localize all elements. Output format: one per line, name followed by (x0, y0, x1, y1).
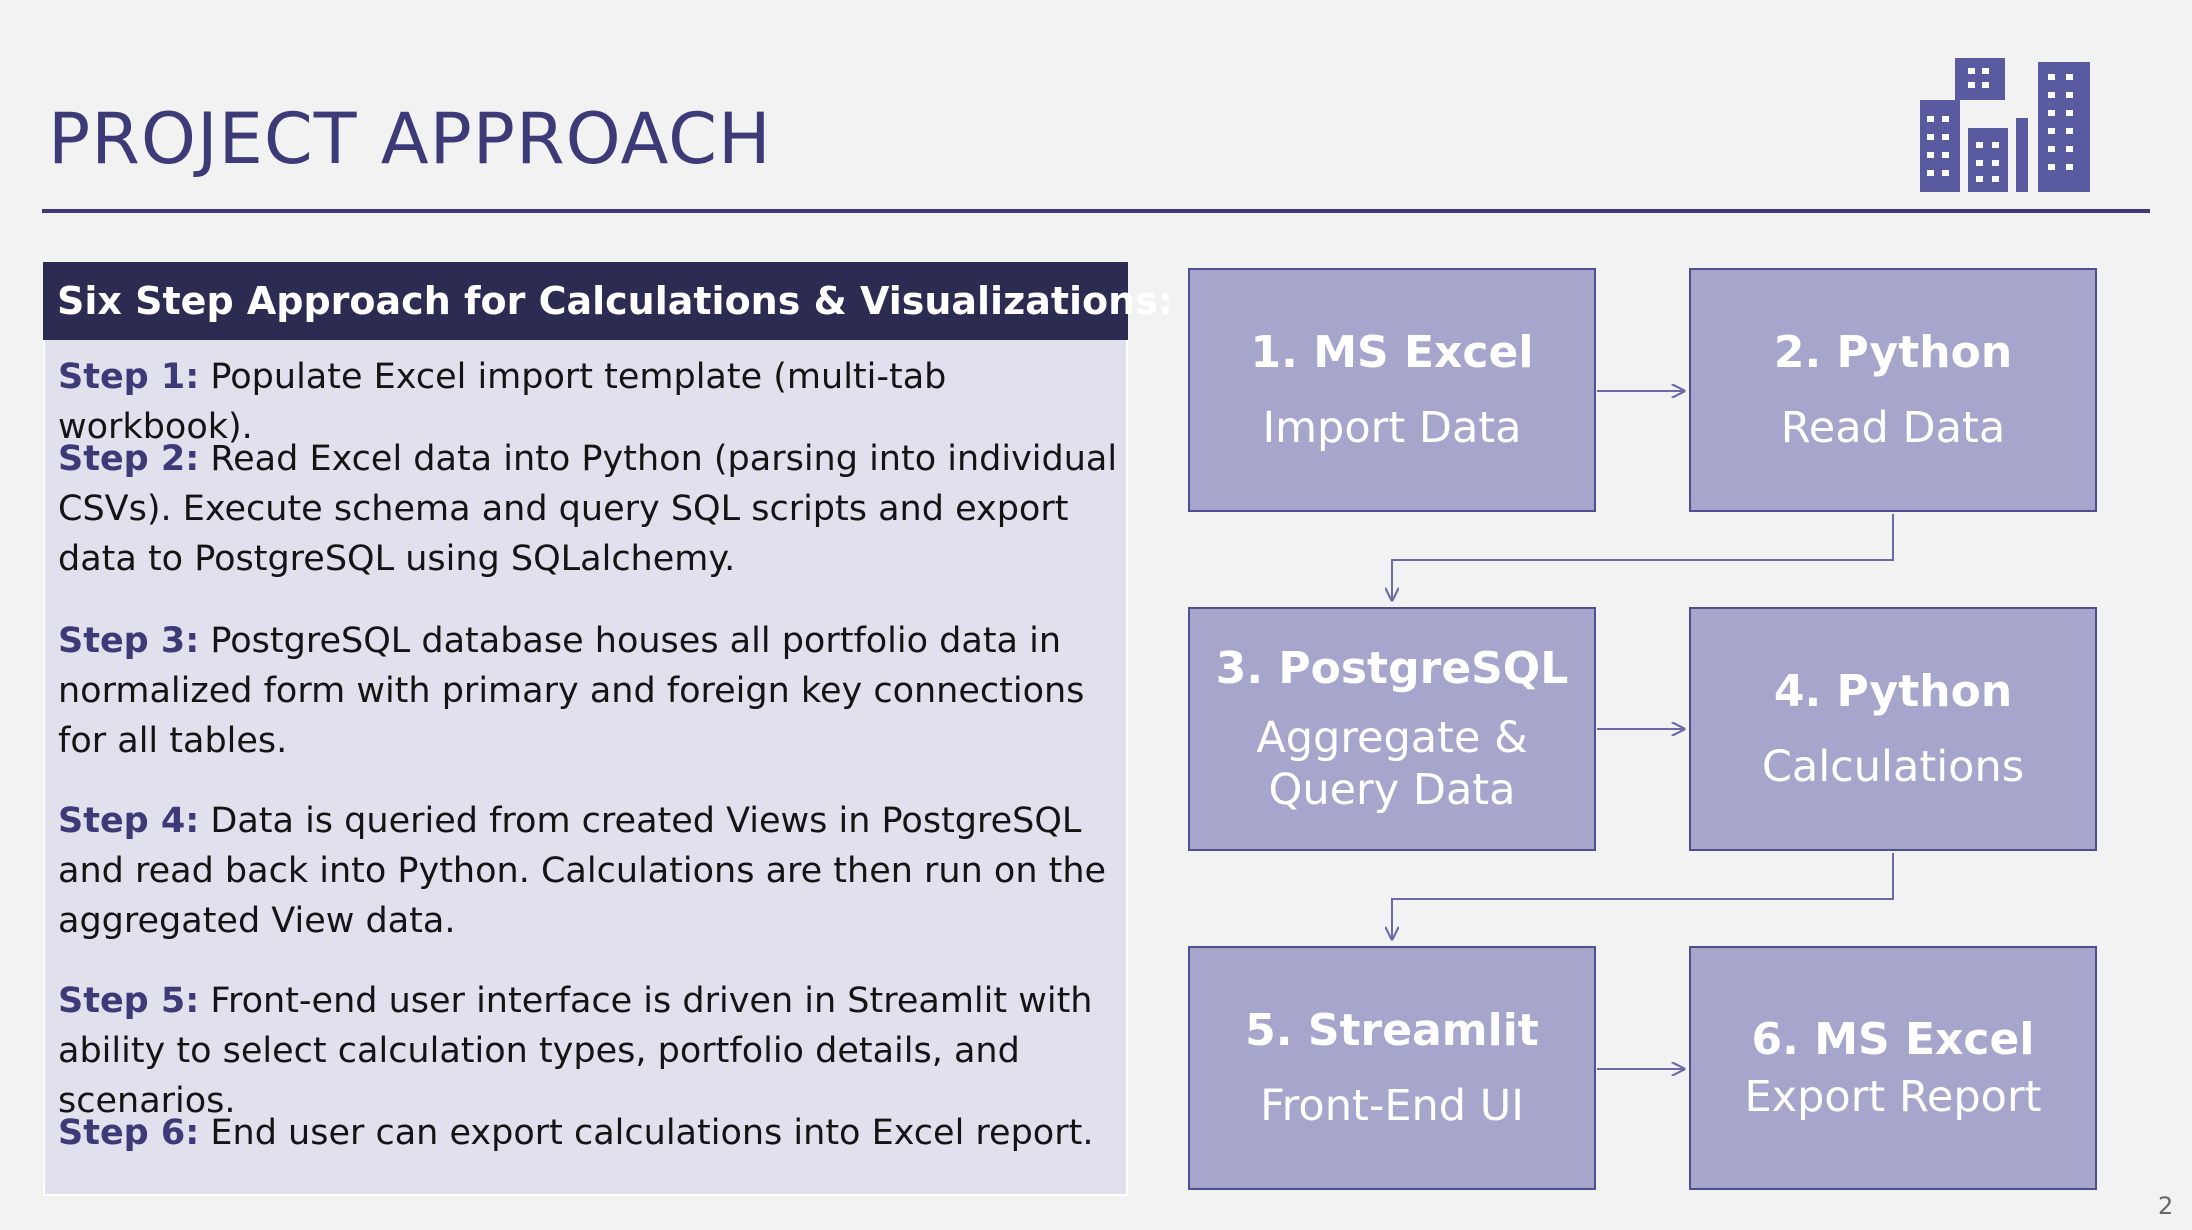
step-text: End user can export calculations into Ex… (199, 1113, 1094, 1153)
step-label: Step 6: (58, 1113, 200, 1153)
flow-box-title: 3. PostgreSQL (1215, 643, 1569, 694)
step-text: Data is queried from created Views in Po… (58, 801, 1107, 941)
flow-box-title: 6. MS Excel (1751, 1014, 2035, 1065)
flow-box-subtitle: Read Data (1780, 403, 2006, 453)
step-label: Step 5: (58, 981, 200, 1021)
arrow-4-to-5 (1392, 853, 1894, 939)
flow-box-subtitle: Calculations (1761, 742, 2025, 792)
step-item: Step 3: PostgreSQL database houses all p… (58, 616, 1118, 766)
flow-box-python-calculations: 4. Python Calculations (1689, 607, 2097, 851)
slide: PROJECT APPROACH Six Step Approach for C… (0, 0, 2192, 1230)
steps-panel-header: Six Step Approach for Calculations & Vis… (43, 262, 1173, 340)
flow-box-subtitle: Export Report (1744, 1072, 2042, 1122)
page-number: 2 (2158, 1192, 2174, 1220)
flow-box-title: 2. Python (1773, 327, 2013, 378)
page-title: PROJECT APPROACH (48, 98, 772, 180)
title-divider (42, 209, 2150, 213)
flow-box-ms-excel-import: 1. MS Excel Import Data (1188, 268, 1596, 512)
step-item: Step 5: Front-end user interface is driv… (58, 976, 1118, 1126)
step-text: PostgreSQL database houses all portfolio… (58, 621, 1085, 761)
step-label: Step 2: (58, 439, 200, 479)
step-item: Step 2: Read Excel data into Python (par… (58, 434, 1118, 584)
step-text: Read Excel data into Python (parsing int… (58, 439, 1118, 579)
flow-box-title: 5. Streamlit (1245, 1005, 1539, 1056)
step-label: Step 4: (58, 801, 200, 841)
flow-box-title: 1. MS Excel (1250, 327, 1534, 378)
flow-box-ms-excel-export: 6. MS Excel Export Report (1689, 946, 2097, 1190)
step-item: Step 6: End user can export calculations… (58, 1108, 1118, 1158)
flow-box-python-read: 2. Python Read Data (1689, 268, 2097, 512)
step-label: Step 1: (58, 357, 200, 397)
step-item: Step 4: Data is queried from created Vie… (58, 796, 1118, 946)
flow-box-subtitle: Import Data (1262, 403, 1522, 453)
arrow-2-to-3 (1392, 514, 1894, 600)
step-label: Step 3: (58, 621, 200, 661)
flow-box-postgresql: 3. PostgreSQL Aggregate & Query Data (1188, 607, 1596, 851)
flow-box-title: 4. Python (1773, 666, 2013, 717)
step-text: Front-end user interface is driven in St… (58, 981, 1093, 1121)
flow-box-subtitle: Aggregate & Query Data (1256, 713, 1528, 815)
flow-box-streamlit: 5. Streamlit Front-End UI (1188, 946, 1596, 1190)
flow-box-subtitle: Front-End UI (1260, 1081, 1524, 1131)
buildings-icon (1920, 58, 2090, 192)
